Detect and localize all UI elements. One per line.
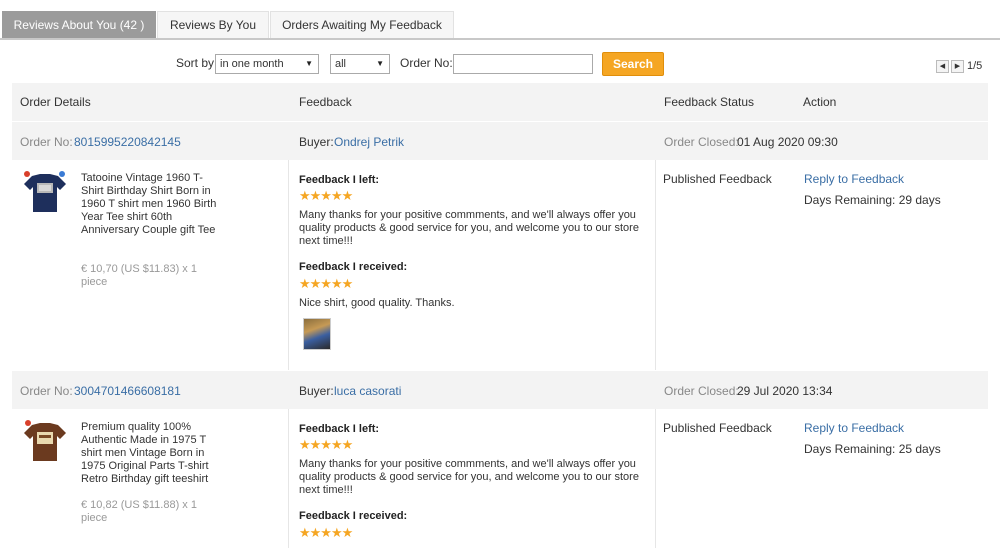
search-button[interactable]: Search (602, 52, 664, 76)
product-title[interactable]: Premium quality 100% Authentic Made in 1… (81, 421, 223, 486)
order-no-label: Order No: (20, 135, 73, 149)
days-remaining: Days Remaining: 29 days (804, 193, 941, 207)
buyer-link[interactable]: luca casorati (334, 384, 401, 398)
table-header: Order Details Feedback Feedback Status A… (12, 83, 988, 121)
product-title[interactable]: Tatooine Vintage 1960 T-Shirt Birthday S… (81, 172, 223, 237)
column-feedback-status: Feedback Status (664, 95, 755, 109)
sort-by-label: Sort by (176, 56, 215, 70)
chevron-down-icon: ▼ (305, 59, 313, 68)
feedback-received-stars: ★★★★★ (299, 276, 353, 291)
tab-bar: Reviews About You (42 ) Reviews By You O… (0, 11, 1000, 40)
column-action: Action (803, 95, 837, 109)
order-closed-label: Order Closed: (664, 135, 739, 149)
prev-page-icon[interactable]: ◀ (936, 60, 949, 73)
order-no-link[interactable]: 3004701466608181 (74, 384, 181, 398)
order-no-label: Order No: (400, 56, 453, 70)
order-header-row: Order No: 8015995220842145 Buyer: Ondrej… (12, 122, 988, 160)
type-select[interactable]: all ▼ (330, 54, 390, 74)
feedback-status: Published Feedback (663, 172, 772, 186)
feedback-left-text: Many thanks for your positive commments,… (299, 209, 639, 247)
order-no-label: Order No: (20, 384, 73, 398)
feedback-left-heading: Feedback I left: (299, 423, 380, 435)
buyer-link[interactable]: Ondrej Petrik (334, 135, 404, 149)
column-order-details: Order Details (20, 95, 91, 109)
feedback-left-heading: Feedback I left: (299, 174, 380, 186)
buyer-label: Buyer: (299, 384, 334, 398)
column-feedback: Feedback (299, 95, 352, 109)
order-closed-label: Order Closed: (664, 384, 739, 398)
product-thumbnail[interactable] (22, 170, 68, 216)
feedback-received-text: Nice shirt, good quality. Thanks. (299, 297, 455, 309)
order-detail-row: Premium quality 100% Authentic Made in 1… (12, 409, 988, 548)
chevron-down-icon: ▼ (376, 59, 384, 68)
order-closed-date: 29 Jul 2020 13:34 (737, 384, 833, 398)
order-detail-row: Tatooine Vintage 1960 T-Shirt Birthday S… (12, 160, 988, 370)
reply-to-feedback-link[interactable]: Reply to Feedback (804, 421, 904, 435)
period-select-value: in one month (220, 58, 284, 70)
tab-orders-awaiting-feedback[interactable]: Orders Awaiting My Feedback (270, 11, 454, 38)
feedback-received-heading: Feedback I received: (299, 510, 408, 522)
next-page-icon[interactable]: ▶ (951, 60, 964, 73)
tab-reviews-about-you[interactable]: Reviews About You (42 ) (2, 11, 156, 38)
feedback-left-stars: ★★★★★ (299, 437, 353, 452)
buyer-label: Buyer: (299, 135, 334, 149)
order-no-input[interactable] (453, 54, 593, 74)
feedback-received-heading: Feedback I received: (299, 261, 408, 273)
feedback-left-text: Many thanks for your positive commments,… (299, 458, 639, 496)
feedback-status: Published Feedback (663, 421, 772, 435)
filter-bar: Sort by in one month ▼ all ▼ Order No: S… (0, 52, 1000, 76)
feedback-received-stars: ★★★★★ (299, 525, 353, 540)
period-select[interactable]: in one month ▼ (215, 54, 319, 74)
type-select-value: all (335, 58, 347, 70)
product-thumbnail[interactable] (22, 419, 68, 465)
days-remaining: Days Remaining: 25 days (804, 442, 941, 456)
product-price: € 10,70 (US $11.83) x 1 piece (81, 263, 197, 288)
feedback-photo[interactable] (303, 318, 331, 350)
reply-to-feedback-link[interactable]: Reply to Feedback (804, 172, 904, 186)
feedback-left-stars: ★★★★★ (299, 188, 353, 203)
product-price: € 10,82 (US $11.88) x 1 piece (81, 499, 197, 524)
order-closed-date: 01 Aug 2020 09:30 (737, 135, 838, 149)
page-indicator: 1/5 (967, 60, 983, 72)
tab-reviews-by-you[interactable]: Reviews By You (157, 11, 269, 38)
order-no-link[interactable]: 8015995220842145 (74, 135, 181, 149)
order-header-row: Order No: 3004701466608181 Buyer: luca c… (12, 371, 988, 409)
pagination: ◀ ▶ 1/5 (936, 60, 986, 74)
